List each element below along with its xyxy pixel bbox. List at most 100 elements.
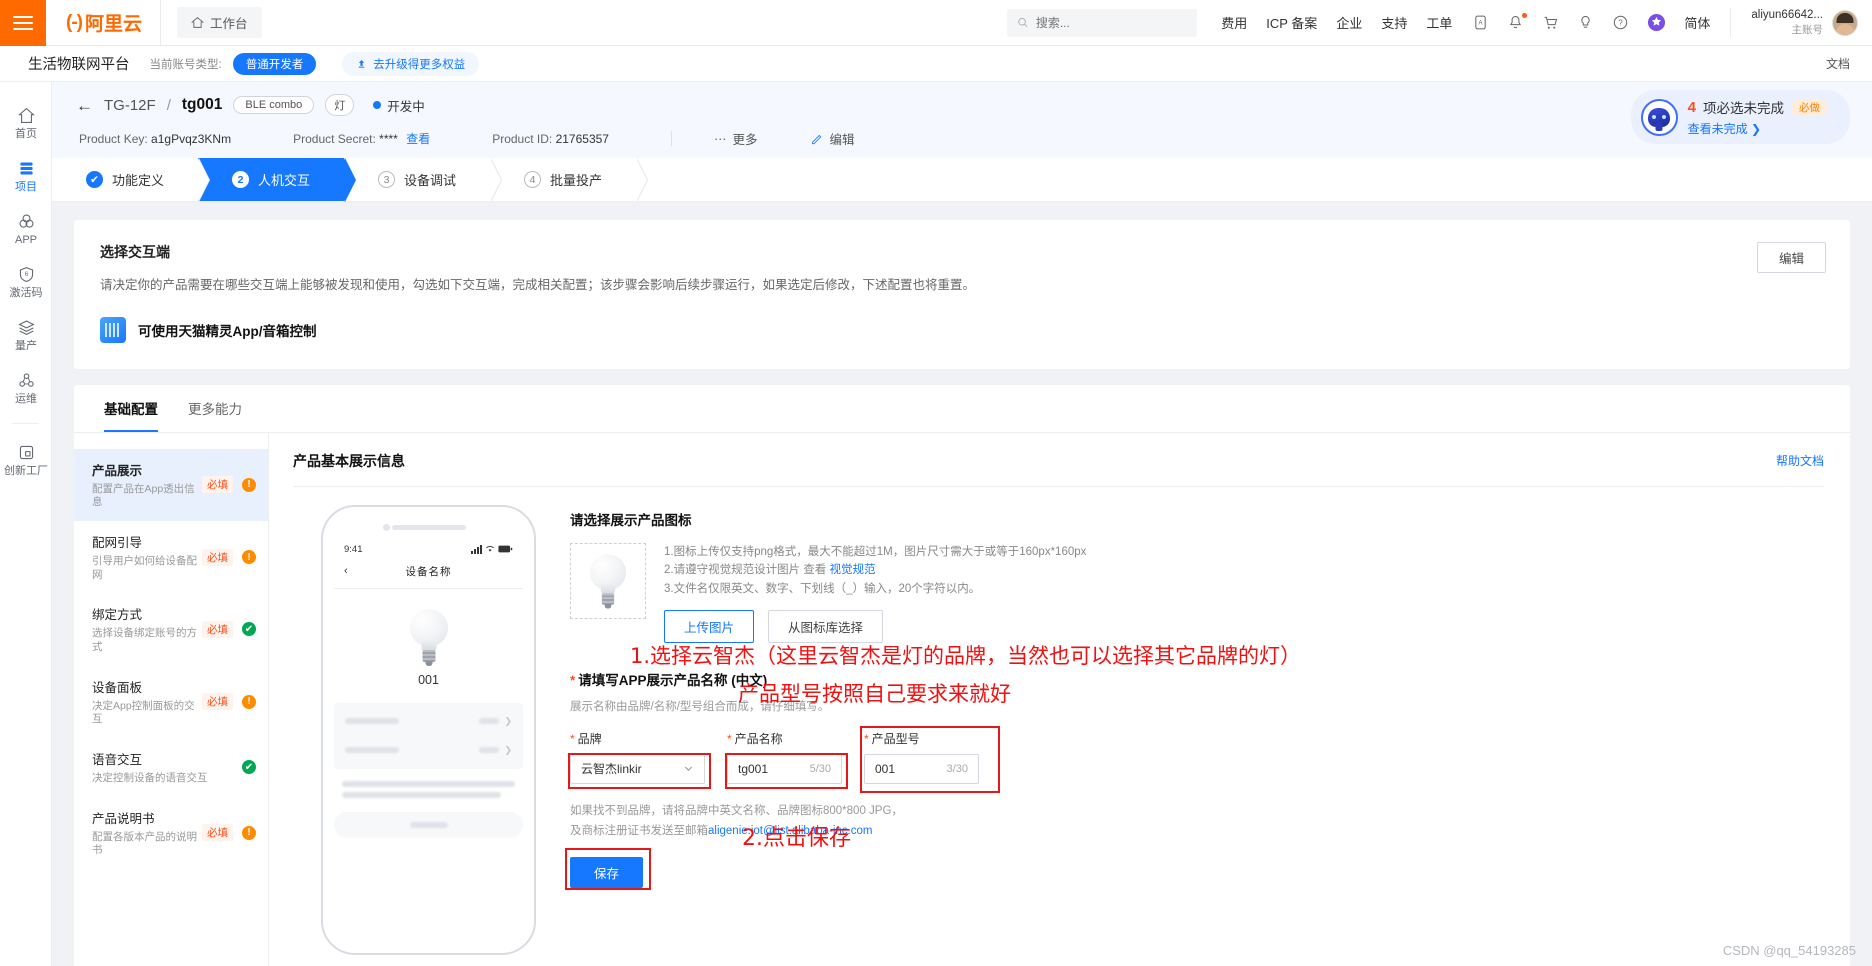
left-rail-navigation: 首页 项目 APP 6 激活码 量产 运维 创新工厂: [0, 82, 52, 966]
product-model-input[interactable]: [875, 761, 945, 776]
product-key-field: Product Key: a1gPvqz3KNm: [79, 132, 231, 146]
interaction-edit-button[interactable]: 编辑: [1756, 242, 1826, 273]
product-breadcrumb-row: ← TG-12F / tg001 BLE combo 灯 开发中: [76, 94, 1848, 116]
config-status-warn-icon: !: [242, 825, 256, 840]
tab-more-capabilities[interactable]: 更多能力: [188, 384, 242, 432]
phone-time: 9:41: [344, 543, 363, 555]
more-button[interactable]: ··· 更多: [714, 129, 758, 148]
config-item-product-display[interactable]: 产品展示 配置产品在App透出信息 必填 !: [74, 448, 268, 522]
required-asterisk: *: [570, 731, 575, 746]
back-arrow-icon[interactable]: ←: [76, 97, 93, 114]
product-name-field: *产品名称 5/30: [725, 730, 848, 789]
icon-buttons: 上传图片 从图标库选择: [664, 609, 1086, 643]
brand-help-line-1: 如果找不到品牌，请将品牌中英文名称、品牌图标800*800 JPG，: [570, 804, 903, 817]
nav-fee[interactable]: 费用: [1221, 13, 1247, 32]
phone-settings-list: ❯ ❯: [334, 702, 523, 769]
light-bulb-icon: [409, 608, 449, 666]
breadcrumb-parent[interactable]: TG-12F: [104, 97, 156, 114]
tab-basic-config[interactable]: 基础配置: [104, 384, 158, 433]
nav-ticket[interactable]: 工单: [1426, 13, 1452, 32]
config-item-title: 设备面板: [92, 680, 143, 695]
config-item-sub: 引导用户如何给设备配网: [92, 555, 197, 581]
brand-value: 云智杰linkir: [581, 762, 642, 777]
upload-image-button[interactable]: 上传图片: [664, 609, 755, 643]
aligenie-email-link[interactable]: aligenie.iot@list.alibaba-inc.com: [708, 825, 872, 837]
product-name-input[interactable]: [738, 761, 808, 776]
sidebar-item-project[interactable]: 项目: [0, 149, 52, 202]
save-button[interactable]: 保存: [570, 856, 644, 888]
upgrade-link[interactable]: 去升级得更多权益: [342, 51, 480, 76]
step-1-number: ✔: [86, 171, 103, 188]
aliyun-logo[interactable]: (-) 阿里云: [46, 0, 161, 46]
required-asterisk: *: [864, 731, 869, 746]
step-function-definition[interactable]: ✔ 功能定义: [52, 158, 211, 202]
sidebar-item-activation-code[interactable]: 6 激活码: [0, 255, 52, 308]
help-doc-link[interactable]: 帮助文档: [1776, 452, 1824, 469]
sidebar-item-innovation-factory[interactable]: 创新工厂: [0, 433, 52, 486]
config-item-text: 产品展示 配置产品在App透出信息: [92, 460, 198, 510]
icon-preview-dropzone[interactable]: [570, 542, 646, 619]
menu-hamburger-icon[interactable]: [0, 0, 46, 46]
config-item-voice-interaction[interactable]: 语音交互 决定控制设备的语音交互 ✔: [74, 738, 268, 797]
main-content: ← TG-12F / tg001 BLE combo 灯 开发中 Product…: [52, 82, 1872, 966]
product-model-label-wrap: * 产品型号: [864, 730, 979, 747]
phone-back-icon[interactable]: ‹: [344, 565, 348, 577]
nav-support[interactable]: 支持: [1381, 13, 1407, 32]
language-switch[interactable]: 简体: [1684, 13, 1710, 32]
icon-note-2: 2.请遵守视觉规范设计图片 查看: [664, 564, 830, 577]
avatar[interactable]: [1832, 9, 1858, 36]
app-download-icon[interactable]: A: [1472, 14, 1489, 31]
product-name-input-wrap[interactable]: 5/30: [727, 753, 842, 784]
sidebar-item-app[interactable]: APP: [0, 202, 52, 255]
lightbulb-icon[interactable]: [1577, 14, 1594, 31]
sidebar-label-ops: 运维: [15, 393, 37, 405]
user-account-menu[interactable]: aliyun66642... 主账号: [1730, 7, 1858, 38]
icon-notes: 1.图标上传仅支持png格式，最大不能超过1M，图片尺寸需大于或等于160px*…: [664, 543, 1086, 599]
phone-row-right: ❯: [479, 745, 512, 756]
incomplete-tasks-notice[interactable]: 4 项必选未完成 必做 查看未完成 ❯: [1630, 90, 1850, 144]
edit-button[interactable]: 编辑: [811, 129, 855, 148]
nav-icp[interactable]: ICP 备案: [1266, 13, 1317, 32]
choose-from-library-button[interactable]: 从图标库选择: [768, 609, 884, 643]
config-item-text: 语音交互 决定控制设备的语音交互: [92, 749, 233, 786]
nav-enterprise[interactable]: 企业: [1336, 13, 1362, 32]
brand-help-note: 如果找不到品牌，请将品牌中英文名称、品牌图标800*800 JPG， 及商标注册…: [570, 801, 1824, 841]
config-item-network-guide[interactable]: 配网引导 引导用户如何给设备配网 必填 !: [74, 521, 268, 593]
sidebar-item-home[interactable]: 首页: [0, 96, 52, 149]
product-model-input-wrap[interactable]: 3/30: [864, 753, 979, 784]
ai-assistant-icon[interactable]: [1647, 13, 1666, 32]
workbench-button[interactable]: 工作台: [177, 7, 262, 38]
help-circle-icon[interactable]: ?: [1612, 14, 1629, 31]
product-secret-view-link[interactable]: 查看: [406, 132, 430, 146]
product-key-label: Product Key:: [79, 131, 148, 146]
step-4-number: 4: [524, 171, 542, 188]
sidebar-item-mass-production[interactable]: 量产: [0, 308, 52, 361]
edit-label: 编辑: [829, 133, 855, 147]
config-item-sub: 选择设备绑定账号的方式: [92, 627, 197, 653]
config-item-binding-method[interactable]: 绑定方式 选择设备绑定账号的方式 必填 ✔: [74, 593, 268, 665]
docs-link[interactable]: 文档: [1826, 55, 1850, 72]
app-icon: [18, 214, 34, 228]
brand-select[interactable]: 云智杰linkir: [570, 753, 705, 784]
shopping-cart-icon[interactable]: [1542, 14, 1559, 31]
global-search[interactable]: [1007, 8, 1198, 37]
search-input[interactable]: [1035, 15, 1188, 30]
sidebar-item-ops[interactable]: 运维: [0, 361, 52, 414]
product-display-panel: 产品基本展示信息 帮助文档 9:41 ‹ 设备名称 001 ❯ ❯ 请选择展示产…: [269, 433, 1850, 966]
step-human-interaction[interactable]: 2 人机交互: [198, 158, 357, 202]
project-icon: [19, 162, 33, 175]
watermark: CSDN @qq_54193285: [1722, 943, 1856, 958]
blurred-label: [345, 747, 399, 754]
visual-spec-link[interactable]: 视觉规范: [829, 564, 875, 576]
step-mass-production[interactable]: 4 批量投产: [490, 158, 649, 202]
config-item-device-panel[interactable]: 设备面板 决定App控制面板的交互 必填 !: [74, 666, 268, 738]
workbench-label: 工作台: [210, 17, 248, 31]
step-2-number: 2: [232, 171, 250, 188]
upgrade-label: 去升级得更多权益: [373, 58, 466, 71]
step-device-debug[interactable]: 3 设备调试: [344, 158, 503, 202]
config-item-product-manual[interactable]: 产品说明书 配置各版本产品的说明书 必填 !: [74, 797, 268, 869]
interaction-card-description: 请决定你的产品需要在哪些交互端上能够被发现和使用，勾选如下交互端，完成相关配置；…: [100, 278, 976, 292]
view-incomplete-link[interactable]: 查看未完成 ❯: [1688, 120, 1828, 137]
notification-bell-icon[interactable]: [1507, 13, 1528, 31]
top-nav-links: 费用 ICP 备案 企业 支持 工单: [1221, 13, 1452, 32]
